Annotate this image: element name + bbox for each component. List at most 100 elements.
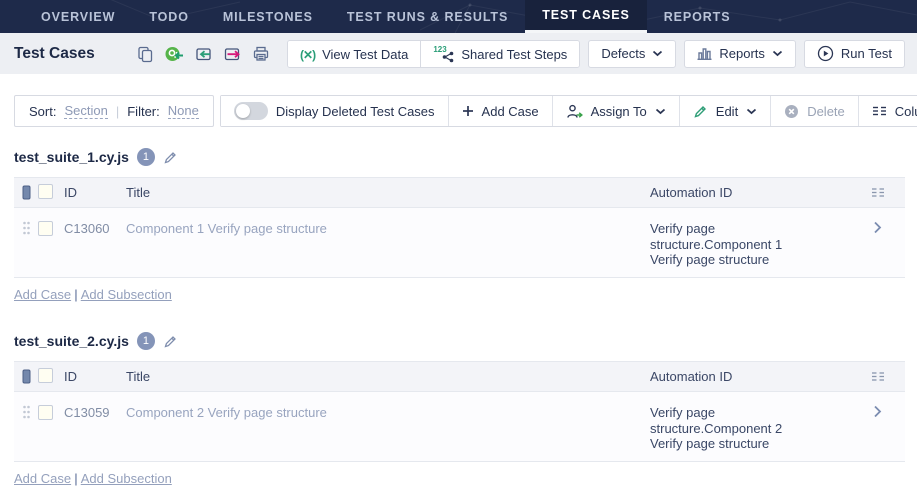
row-checkbox[interactable] — [38, 405, 53, 420]
add-case-label: Add Case — [482, 104, 539, 119]
run-test-button[interactable]: Run Test — [804, 40, 905, 68]
view-test-data-icon: (✕) — [300, 48, 315, 62]
assign-user-icon — [566, 104, 583, 119]
drag-handle-icon[interactable] — [14, 208, 38, 277]
filter-value-link[interactable]: None — [168, 103, 199, 119]
assign-to-label: Assign To — [591, 104, 647, 119]
column-header-id[interactable]: ID — [64, 369, 126, 384]
table-header: ID Title Automation ID — [14, 177, 905, 208]
select-handle-icon[interactable] — [14, 369, 38, 384]
drag-handle-icon[interactable] — [14, 392, 38, 461]
section-add-links: Add Case|Add Subsection — [14, 471, 905, 487]
filter-label: Filter: — [127, 104, 160, 119]
cases-table: ID Title Automation ID C13059 Component — [14, 361, 905, 462]
chevron-down-icon — [772, 50, 783, 57]
case-title-link[interactable]: Component 2 Verify page structure — [126, 405, 327, 420]
edit-section-icon[interactable] — [163, 334, 178, 349]
select-handle-icon[interactable] — [14, 185, 38, 200]
columns-button[interactable]: Columns — [858, 96, 917, 126]
play-icon — [817, 45, 834, 62]
display-deleted-toggle[interactable] — [234, 102, 268, 120]
deleted-toggle-cell: Display Deleted Test Cases — [221, 96, 448, 126]
case-id: C13060 — [64, 208, 126, 277]
tab-overview[interactable]: OVERVIEW — [24, 0, 132, 33]
section-name: test_suite_2.cy.js — [14, 333, 129, 349]
print-icon[interactable] — [251, 44, 271, 64]
sort-value-link[interactable]: Section — [64, 103, 107, 119]
top-nav: OVERVIEW TODO MILESTONES TEST RUNS & RES… — [0, 0, 917, 33]
case-actions-group: Display Deleted Test Cases Add Case Assi… — [220, 95, 917, 127]
column-settings-icon[interactable] — [865, 187, 905, 198]
select-all-checkbox[interactable] — [38, 368, 53, 383]
chevron-right-icon[interactable] — [865, 392, 905, 461]
edit-label: Edit — [716, 104, 738, 119]
tab-milestones[interactable]: MILESTONES — [206, 0, 330, 33]
links-divider: | — [74, 471, 78, 486]
sort-filter-divider: | — [116, 104, 119, 119]
section-header-test-suite-2: test_suite_2.cy.js 1 — [14, 331, 905, 351]
case-count-badge: 1 — [137, 332, 155, 350]
links-divider: | — [74, 287, 78, 302]
view-test-data-button[interactable]: (✕) View Test Data — [288, 41, 420, 68]
defects-dropdown-button[interactable]: Defects — [588, 40, 676, 68]
chevron-down-icon — [655, 108, 666, 115]
row-checkbox[interactable] — [38, 221, 53, 236]
test-data-button-group: (✕) View Test Data 123 Shared Test Steps — [287, 40, 580, 68]
section-header-test-suite-1: test_suite_1.cy.js 1 — [14, 147, 905, 167]
assign-to-button[interactable]: Assign To — [552, 96, 679, 126]
reports-label: Reports — [719, 46, 765, 61]
automation-id-value: Verify page structure.Component 1 Verify… — [650, 221, 802, 268]
edit-button[interactable]: Edit — [679, 96, 770, 126]
add-case-link[interactable]: Add Case — [14, 471, 71, 486]
add-subsection-link[interactable]: Add Subsection — [81, 287, 172, 302]
column-header-title[interactable]: Title — [126, 185, 650, 200]
add-case-button[interactable]: Add Case — [448, 96, 552, 126]
toggle-knob — [236, 104, 250, 118]
tab-test-cases[interactable]: TEST CASES — [525, 0, 647, 33]
tab-todo[interactable]: TODO — [132, 0, 205, 33]
cases-table: ID Title Automation ID C13060 Component — [14, 177, 905, 278]
toolbar-icon-group — [135, 44, 271, 64]
chevron-down-icon — [652, 50, 663, 57]
display-deleted-label: Display Deleted Test Cases — [276, 104, 435, 119]
tab-reports[interactable]: REPORTS — [647, 0, 748, 33]
filter-row: Sort: Section | Filter: None Display Del… — [14, 95, 905, 127]
shared-test-steps-button[interactable]: 123 Shared Test Steps — [420, 41, 579, 68]
shared-test-steps-label: Shared Test Steps — [461, 47, 567, 62]
column-settings-icon[interactable] — [865, 371, 905, 382]
test-cases-page: OVERVIEW TODO MILESTONES TEST RUNS & RES… — [0, 0, 917, 501]
columns-icon — [872, 105, 887, 117]
edit-section-icon[interactable] — [163, 150, 178, 165]
automation-import-icon[interactable] — [164, 44, 184, 64]
delete-label: Delete — [807, 104, 845, 119]
delete-button[interactable]: Delete — [770, 96, 858, 126]
table-row: C13059 Component 2 Verify page structure… — [14, 392, 905, 462]
shared-steps-icon: 123 — [433, 47, 454, 63]
view-test-data-label: View Test Data — [322, 47, 408, 62]
page-title: Test Cases — [14, 45, 95, 63]
column-header-automation-id[interactable]: Automation ID — [650, 185, 865, 200]
case-count-badge: 1 — [137, 148, 155, 166]
case-title-link[interactable]: Component 1 Verify page structure — [126, 221, 327, 236]
import-icon[interactable] — [193, 44, 213, 64]
copy-icon[interactable] — [135, 44, 155, 64]
sort-label: Sort: — [29, 104, 56, 119]
automation-id-value: Verify page structure.Component 2 Verify… — [650, 405, 802, 452]
run-test-label: Run Test — [841, 46, 892, 61]
tab-test-runs-results[interactable]: TEST RUNS & RESULTS — [330, 0, 525, 33]
add-subsection-link[interactable]: Add Subsection — [81, 471, 172, 486]
column-header-id[interactable]: ID — [64, 185, 126, 200]
case-id: C13059 — [64, 392, 126, 461]
toolbar: Test Cases — [0, 33, 917, 74]
chevron-right-icon[interactable] — [865, 208, 905, 277]
column-header-title[interactable]: Title — [126, 369, 650, 384]
delete-x-icon — [784, 104, 799, 119]
add-case-link[interactable]: Add Case — [14, 287, 71, 302]
column-header-automation-id[interactable]: Automation ID — [650, 369, 865, 384]
section-add-links: Add Case|Add Subsection — [14, 287, 905, 303]
reports-dropdown-button[interactable]: Reports — [684, 40, 796, 68]
columns-label: Columns — [895, 104, 917, 119]
export-icon[interactable] — [222, 44, 242, 64]
select-all-checkbox[interactable] — [38, 184, 53, 199]
section-name: test_suite_1.cy.js — [14, 149, 129, 165]
